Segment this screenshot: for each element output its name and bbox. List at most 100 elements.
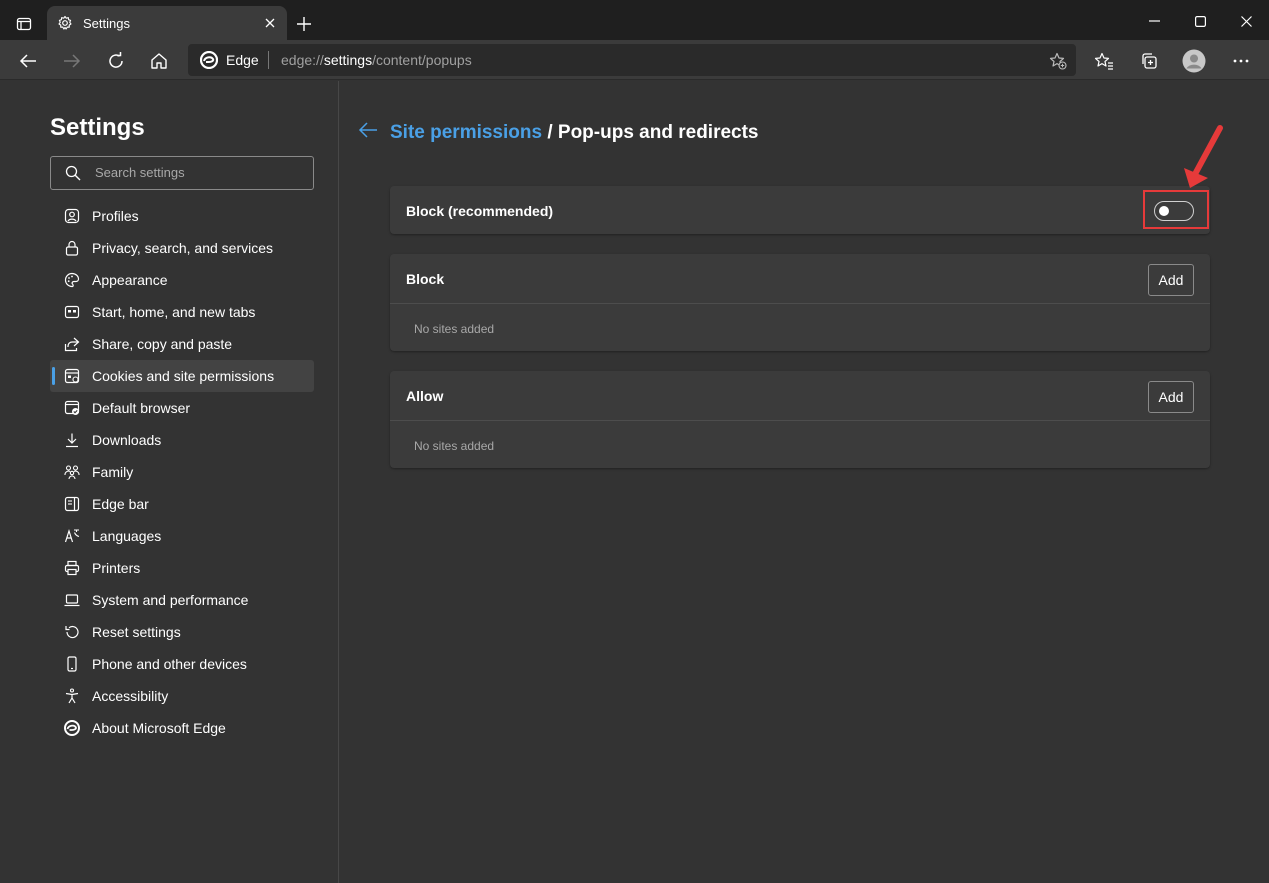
breadcrumb: Site permissions / Pop-ups and redirects (390, 122, 759, 144)
sidebar-item-privacy-search-and-services[interactable]: Privacy, search, and services (50, 232, 314, 264)
search-input[interactable] (95, 165, 305, 180)
annotation-arrow-icon (1180, 124, 1230, 194)
sidebar-item-label: Reset settings (92, 624, 181, 640)
palette-icon (64, 272, 80, 288)
sidebar-item-accessibility[interactable]: Accessibility (50, 680, 314, 712)
sidebar-item-appearance[interactable]: Appearance (50, 264, 314, 296)
sidebar-item-languages[interactable]: Languages (50, 520, 314, 552)
sidebar-item-label: Family (92, 464, 134, 480)
default-browser-icon (64, 400, 80, 416)
sidebar-item-label: About Microsoft Edge (92, 720, 226, 736)
allow-list-label: Allow (406, 388, 444, 404)
edge-logo-icon (64, 720, 80, 736)
sidebar-item-default-browser[interactable]: Default browser (50, 392, 314, 424)
profile-avatar[interactable] (1180, 47, 1208, 75)
edge-bar-icon (64, 496, 80, 512)
sidebar-item-printers[interactable]: Printers (50, 552, 314, 584)
add-favorite-icon[interactable] (1048, 51, 1068, 71)
download-icon (64, 432, 80, 448)
laptop-icon (64, 592, 80, 608)
gear-icon (57, 15, 73, 31)
sidebar-item-system-and-performance[interactable]: System and performance (50, 584, 314, 616)
block-list-card: Block Add No sites added (390, 254, 1210, 351)
settings-nav: Profiles Privacy, search, and services App… (50, 200, 314, 744)
address-separator (268, 51, 269, 69)
allow-empty-text: No sites added (414, 439, 495, 453)
sidebar-item-start-home-and-new-tabs[interactable]: Start, home, and new tabs (50, 296, 314, 328)
sidebar-item-label: Profiles (92, 208, 139, 224)
divider (390, 420, 1210, 421)
title-bar: Settings (0, 0, 1269, 40)
sidebar-item-family[interactable]: Family (50, 456, 314, 488)
sidebar-item-profiles[interactable]: Profiles (50, 200, 314, 232)
sidebar-item-label: Phone and other devices (92, 656, 247, 672)
address-edge-label: Edge (226, 52, 259, 68)
reset-icon (64, 624, 80, 640)
annotation-highlight-box (1143, 190, 1209, 229)
sidebar-item-label: Default browser (92, 400, 191, 416)
page-title: Pop-ups and redirects (557, 122, 759, 143)
url-prefix: edge:// (281, 52, 324, 68)
url-path: /content/popups (372, 52, 472, 68)
profile-icon (64, 208, 80, 224)
block-empty-text: No sites added (414, 322, 495, 336)
phone-icon (64, 656, 80, 672)
home-button[interactable] (145, 47, 173, 75)
breadcrumb-site-permissions-link[interactable]: Site permissions (390, 122, 542, 143)
accessibility-icon (64, 688, 80, 704)
sidebar-item-label: Downloads (92, 432, 162, 448)
search-box[interactable] (50, 156, 314, 190)
minimize-button[interactable] (1135, 8, 1175, 34)
divider (390, 303, 1210, 304)
settings-sidebar: Settings Profiles Privacy, search, and se… (0, 81, 339, 883)
sidebar-item-phone-and-other-devices[interactable]: Phone and other devices (50, 648, 314, 680)
languages-icon (64, 528, 80, 544)
address-url[interactable]: edge://settings/content/popups (281, 52, 472, 68)
new-tab-button[interactable] (292, 12, 316, 36)
url-host: settings (323, 52, 373, 68)
sidebar-item-edge-bar[interactable]: Edge bar (50, 488, 314, 520)
favorites-icon[interactable] (1090, 47, 1118, 75)
allow-list-card: Allow Add No sites added (390, 371, 1210, 468)
sidebar-item-label: Appearance (92, 272, 168, 288)
back-button[interactable] (14, 47, 42, 75)
block-add-button[interactable]: Add (1148, 264, 1194, 296)
sidebar-item-label: Printers (92, 560, 141, 576)
forward-button[interactable] (58, 47, 86, 75)
refresh-button[interactable] (102, 47, 130, 75)
block-recommended-card: Block (recommended) (390, 186, 1210, 234)
sidebar-item-label: Edge bar (92, 496, 149, 512)
close-window-button[interactable] (1226, 8, 1266, 34)
allow-add-button[interactable]: Add (1148, 381, 1194, 413)
sidebar-item-label: Privacy, search, and services (92, 240, 274, 256)
settings-title: Settings (50, 114, 145, 141)
sidebar-item-about-microsoft-edge[interactable]: About Microsoft Edge (50, 712, 314, 744)
share-icon (64, 336, 80, 352)
sidebar-item-downloads[interactable]: Downloads (50, 424, 314, 456)
back-arrow-icon[interactable] (358, 121, 380, 143)
address-bar[interactable]: Edge edge://settings/content/popups (188, 44, 1076, 76)
edge-logo-icon (199, 50, 219, 70)
cookies-icon (64, 368, 80, 384)
more-options-icon[interactable] (1227, 47, 1255, 75)
sidebar-item-label: Cookies and site permissions (92, 368, 275, 384)
tab-close-icon[interactable] (261, 14, 279, 32)
block-recommended-label: Block (recommended) (406, 203, 554, 219)
maximize-button[interactable] (1180, 8, 1220, 34)
family-icon (64, 464, 80, 480)
tab-actions-icon[interactable] (10, 10, 38, 38)
sidebar-item-label: Languages (92, 528, 162, 544)
tab-settings[interactable]: Settings (47, 6, 287, 40)
start-page-icon (64, 304, 80, 320)
block-list-label: Block (406, 271, 445, 287)
sidebar-item-label: Start, home, and new tabs (92, 304, 256, 320)
search-icon (65, 165, 81, 181)
tab-title: Settings (83, 15, 130, 31)
collections-icon[interactable] (1135, 47, 1163, 75)
printer-icon (64, 560, 80, 576)
breadcrumb-separator: / (542, 122, 558, 143)
lock-icon (64, 240, 80, 256)
sidebar-item-share-copy-and-paste[interactable]: Share, copy and paste (50, 328, 314, 360)
sidebar-item-reset-settings[interactable]: Reset settings (50, 616, 314, 648)
sidebar-item-cookies-and-site-permissions[interactable]: Cookies and site permissions (50, 360, 314, 392)
